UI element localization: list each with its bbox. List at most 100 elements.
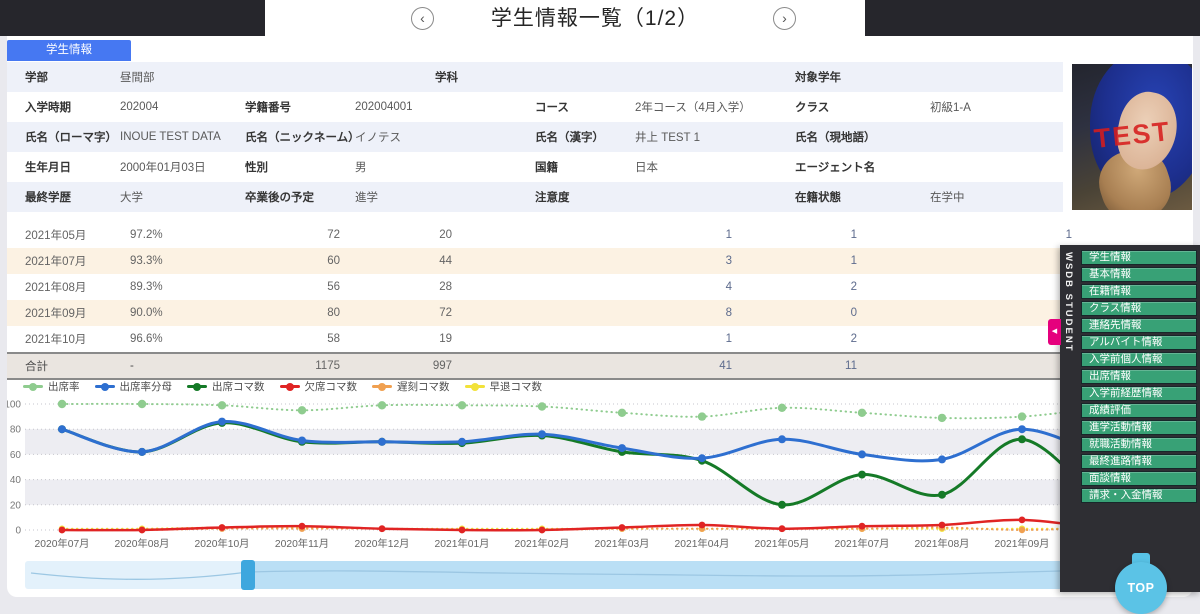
- table-cell: 2: [732, 333, 857, 345]
- svg-text:100: 100: [7, 400, 21, 411]
- table-row[interactable]: 2021年05月97.2%7220111: [7, 222, 1193, 248]
- table-cell: 41: [452, 360, 732, 372]
- legend-label: 遅刻コマ数: [397, 379, 450, 394]
- side-menu-item[interactable]: 進学活動情報: [1081, 420, 1197, 435]
- legend-item[interactable]: 早退コマ数: [465, 379, 543, 394]
- table-cell: 11: [732, 360, 857, 372]
- svg-text:2021年07月: 2021年07月: [835, 537, 890, 550]
- table-cell: 1175: [240, 360, 340, 372]
- profile-row: 氏名（ローマ字）INOUE TEST DATA氏名（ニックネーム）イノテス氏名（…: [7, 122, 1063, 152]
- svg-text:2021年05月: 2021年05月: [755, 537, 810, 550]
- table-row[interactable]: 2021年09月90.0%807280: [7, 300, 1193, 326]
- slider-left-handle[interactable]: [241, 560, 255, 590]
- side-menu-item[interactable]: クラス情報: [1081, 301, 1197, 316]
- field-value: 日本: [635, 159, 795, 175]
- table-cell: 1: [857, 229, 1072, 241]
- table-cell: 60: [240, 255, 340, 267]
- legend-marker-icon: [465, 385, 485, 388]
- side-menu-item[interactable]: 請求・入金情報: [1081, 488, 1197, 503]
- legend-item[interactable]: 出席率: [23, 379, 80, 394]
- table-cell: 1: [732, 255, 857, 267]
- table-cell: 2: [732, 281, 857, 293]
- legend-item[interactable]: 出席率分母: [95, 379, 173, 394]
- table-cell: 89.3%: [130, 281, 240, 293]
- table-row[interactable]: 合計-11759974111: [7, 352, 1193, 380]
- table-cell: 90.0%: [130, 307, 240, 319]
- next-page-button[interactable]: ›: [773, 7, 796, 30]
- field-label: 学科: [435, 69, 545, 85]
- field-value: 井上 TEST 1: [635, 129, 795, 145]
- field-label: 氏名（漢字）: [535, 129, 635, 145]
- date-range-slider[interactable]: [25, 560, 1149, 590]
- student-photo: TEST: [1072, 64, 1192, 210]
- legend-label: 欠席コマ数: [305, 379, 358, 394]
- profile-row: 最終学歴大学卒業後の予定進学注意度在籍状態在学中: [7, 182, 1063, 212]
- side-menu-item[interactable]: 基本情報: [1081, 267, 1197, 282]
- table-cell: 72: [340, 307, 452, 319]
- table-cell: 97.2%: [130, 229, 240, 241]
- legend-marker-icon: [372, 385, 392, 388]
- field-value: 202004001: [355, 101, 535, 113]
- legend-marker-icon: [280, 385, 300, 388]
- field-value: 進学: [355, 189, 535, 205]
- profile-row: 入学時期202004学籍番号202004001コース2年コース（4月入学）クラス…: [7, 92, 1063, 122]
- table-cell: 28: [340, 281, 452, 293]
- side-menu-item[interactable]: 最終進路情報: [1081, 454, 1197, 469]
- attendance-table: 2021年05月97.2%72201112021年07月93.3%6044312…: [7, 222, 1193, 380]
- side-menu-item[interactable]: 学生情報: [1081, 250, 1197, 265]
- field-value: 2年コース（4月入学）: [635, 99, 795, 115]
- svg-text:2021年09月: 2021年09月: [995, 537, 1050, 550]
- side-menu-item[interactable]: 連絡先情報: [1081, 318, 1197, 333]
- svg-text:2021年03月: 2021年03月: [595, 537, 650, 550]
- field-label: 氏名（現地語）: [795, 129, 930, 145]
- table-cell: 20: [340, 229, 452, 241]
- legend-label: 早退コマ数: [490, 379, 543, 394]
- field-label: 最終学歴: [25, 189, 120, 205]
- side-menu-item[interactable]: 就職活動情報: [1081, 437, 1197, 452]
- field-label: 氏名（ニックネーム）: [245, 129, 355, 145]
- side-menu-item[interactable]: アルバイト情報: [1081, 335, 1197, 350]
- table-cell: 1: [732, 229, 857, 241]
- panel-collapse-button[interactable]: ◀: [1048, 319, 1061, 345]
- table-row[interactable]: 2021年08月89.3%562842: [7, 274, 1193, 300]
- table-cell: 4: [452, 281, 732, 293]
- field-value: 202004: [120, 101, 245, 113]
- side-menu-item[interactable]: 在籍情報: [1081, 284, 1197, 299]
- table-cell: 8: [452, 307, 732, 319]
- table-cell: 56: [240, 281, 340, 293]
- side-menu-item[interactable]: 面談情報: [1081, 471, 1197, 486]
- field-label: コース: [535, 99, 635, 115]
- svg-text:2020年08月: 2020年08月: [115, 537, 170, 550]
- side-menu-items: 学生情報基本情報在籍情報クラス情報連絡先情報アルバイト情報入学前個人情報出席情報…: [1077, 245, 1200, 592]
- legend-marker-icon: [187, 385, 207, 388]
- side-menu-item[interactable]: 出席情報: [1081, 369, 1197, 384]
- legend-item[interactable]: 遅刻コマ数: [372, 379, 450, 394]
- field-value: INOUE TEST DATA: [120, 131, 245, 143]
- legend-item[interactable]: 出席コマ数: [187, 379, 265, 394]
- tab-student-info[interactable]: 学生情報: [7, 40, 131, 61]
- table-cell: 3: [452, 255, 732, 267]
- legend-item[interactable]: 欠席コマ数: [280, 379, 358, 394]
- svg-text:2021年04月: 2021年04月: [675, 537, 730, 550]
- side-menu-item[interactable]: 成績評価: [1081, 403, 1197, 418]
- side-menu-item[interactable]: 入学前個人情報: [1081, 352, 1197, 367]
- svg-text:2020年12月: 2020年12月: [355, 537, 410, 550]
- svg-text:2020年11月: 2020年11月: [275, 537, 329, 550]
- report-card: 学生情報 学部昼間部学科対象学年入学時期202004学籍番号202004001コ…: [7, 36, 1193, 597]
- scroll-to-top-button[interactable]: TOP: [1115, 562, 1167, 614]
- svg-text:60: 60: [10, 450, 22, 461]
- attendance-chart: 0204060801002020年07月2020年08月2020年10月2020…: [7, 396, 1167, 556]
- side-menu-item[interactable]: 入学前経歴情報: [1081, 386, 1197, 401]
- svg-text:2021年01月: 2021年01月: [435, 537, 490, 550]
- field-label: 氏名（ローマ字）: [25, 129, 120, 145]
- table-row[interactable]: 2021年10月96.6%581912: [7, 326, 1193, 352]
- table-cell: 93.3%: [130, 255, 240, 267]
- table-row[interactable]: 2021年07月93.3%604431: [7, 248, 1193, 274]
- field-label: 学籍番号: [245, 99, 355, 115]
- legend-label: 出席率分母: [120, 379, 173, 394]
- table-cell: 58: [240, 333, 340, 345]
- svg-text:2020年07月: 2020年07月: [35, 537, 90, 550]
- table-cell: -: [130, 360, 240, 372]
- table-cell: 2021年08月: [25, 279, 130, 295]
- table-cell: 80: [240, 307, 340, 319]
